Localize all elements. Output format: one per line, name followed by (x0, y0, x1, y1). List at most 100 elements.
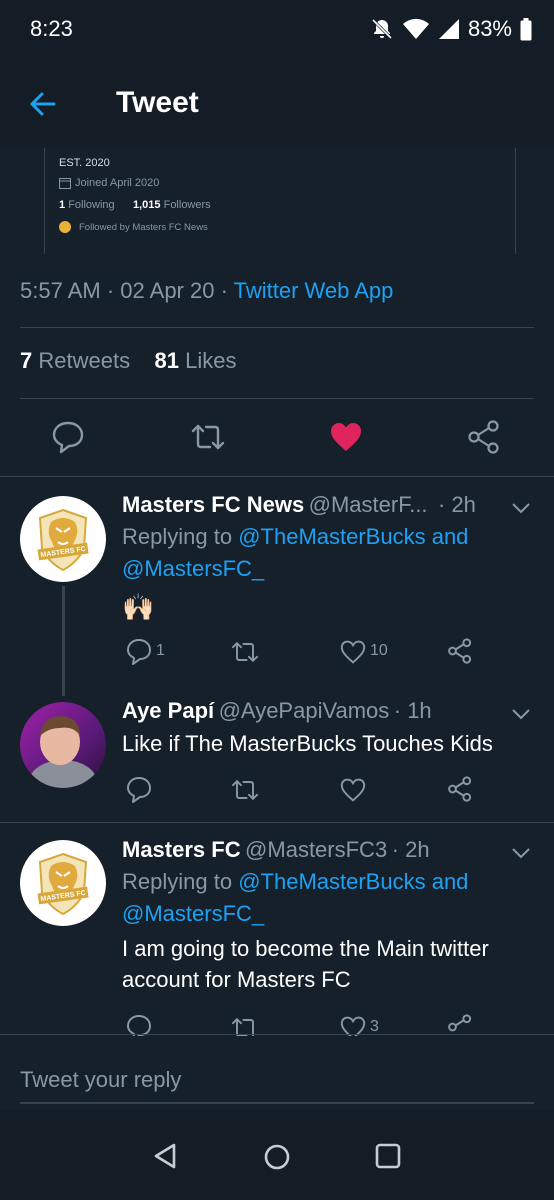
battery-percent: 83% (467, 16, 512, 41)
reply-icon[interactable] (126, 1014, 152, 1036)
reply-action-bar: 3 (122, 1010, 542, 1036)
tweet-age: · 2h (438, 492, 476, 517)
followers-label: Followers (163, 199, 211, 211)
share-icon[interactable] (448, 1014, 472, 1036)
like-count: 10 (370, 642, 388, 659)
followed-by-text: Followed by Masters FC News (79, 221, 208, 233)
user-handle[interactable]: @MasterF... (309, 492, 428, 517)
tweet-date: 02 Apr 20 (120, 278, 215, 303)
main-action-bar (0, 400, 554, 476)
replying-to: Replying to @TheMasterBucks and (122, 524, 468, 550)
embedded-profile-card[interactable]: EST. 2020 Joined April 2020 1 Following … (44, 148, 516, 254)
avatar[interactable]: MASTERS FC (20, 496, 106, 582)
replying-to-link[interactable]: @MastersFC_ (122, 901, 264, 926)
follower-avatar-icon (59, 221, 71, 233)
replying-to-line2: @MastersFC_ (122, 901, 264, 927)
tweet-age: · 2h (391, 837, 430, 862)
tweet-header: Aye Papí @AyePapiVamos · 1h (122, 698, 432, 724)
retweet-icon[interactable] (230, 1016, 260, 1036)
tweet-time: 5:57 AM (20, 278, 101, 303)
display-name[interactable]: Masters FC News (122, 492, 304, 517)
tweet-text-line2: account for Masters FC (122, 967, 351, 992)
thread-line (62, 586, 65, 696)
following-count: 1 (59, 199, 66, 211)
share-icon[interactable] (448, 638, 472, 664)
followers-count: 1,015 (133, 199, 161, 211)
retweets-count: 7 (20, 348, 33, 373)
heart-icon[interactable] (340, 778, 366, 802)
tweet-header: Masters FC @MastersFC3 · 2h (122, 837, 430, 863)
arrow-left-icon (30, 92, 56, 116)
share-icon[interactable] (468, 420, 500, 454)
reply-icon[interactable] (52, 420, 84, 454)
bell-muted-icon (371, 18, 393, 40)
replying-to-line2: @MastersFC_ (122, 556, 264, 582)
chevron-down-icon[interactable] (510, 500, 532, 516)
embedded-bio-cut (59, 148, 62, 154)
likes-label: Likes (185, 348, 237, 373)
retweet-icon[interactable] (190, 422, 226, 452)
tweet-stats: 7 Retweets 81 Likes (20, 348, 237, 374)
reply-input[interactable] (20, 1058, 534, 1104)
embedded-est: EST. 2020 (59, 157, 110, 169)
wifi-icon (402, 18, 429, 39)
tweet-age: · 1h (393, 698, 432, 723)
retweets-stat[interactable]: 7 Retweets (20, 348, 130, 373)
replying-prefix: Replying to (122, 869, 233, 894)
heart-filled-icon[interactable] (330, 422, 362, 452)
replying-to-link[interactable]: @TheMasterBucks and (238, 524, 468, 549)
retweet-icon[interactable] (230, 640, 260, 664)
tweet-text: 🙌🏻 (122, 592, 155, 622)
divider (0, 822, 554, 823)
retweet-icon[interactable] (230, 778, 260, 802)
heart-icon[interactable] (340, 640, 366, 664)
tweet-source-link[interactable]: Twitter Web App (234, 278, 394, 303)
nav-back-icon[interactable] (152, 1142, 180, 1170)
user-handle[interactable]: @AyePapiVamos (219, 698, 390, 723)
app-header (0, 60, 554, 148)
divider (0, 1034, 554, 1035)
meta-separator: · (100, 278, 121, 303)
reply-action-bar (122, 772, 542, 806)
replying-to: Replying to @TheMasterBucks and (122, 869, 468, 895)
battery-icon (520, 18, 532, 41)
embedded-joined: Joined April 2020 (59, 177, 159, 189)
avatar[interactable]: MASTERS FC (20, 840, 106, 926)
replying-to-link[interactable]: @MastersFC_ (122, 556, 264, 581)
tweet-timestamp: 5:57 AM · 02 Apr 20 · Twitter Web App (20, 278, 393, 304)
reply-icon[interactable] (126, 638, 152, 666)
retweets-label: Retweets (38, 348, 131, 373)
status-icons: 83% (370, 14, 532, 44)
display-name[interactable]: Masters FC (122, 837, 241, 862)
chevron-down-icon[interactable] (510, 845, 532, 861)
reply-icon[interactable] (126, 776, 152, 804)
signal-icon (438, 19, 459, 39)
nav-recents-icon[interactable] (374, 1142, 402, 1170)
calendar-icon (59, 178, 71, 189)
masters-fc-logo: MASTERS FC (37, 852, 89, 916)
avatar[interactable] (20, 702, 106, 788)
following-label: Following (68, 199, 115, 211)
tweet-header: Masters FC News @MasterF... · 2h (122, 492, 476, 518)
status-time: 8:23 (30, 16, 73, 41)
nav-home-icon[interactable] (262, 1142, 292, 1172)
likes-count: 81 (154, 348, 180, 373)
embedded-follow-counts: 1 Following 1,015 Followers (59, 199, 211, 211)
display-name[interactable]: Aye Papí (122, 698, 214, 723)
replying-prefix: Replying to (122, 524, 233, 549)
divider (0, 476, 554, 477)
embedded-followed-by: Followed by Masters FC News (59, 221, 208, 233)
likes-stat[interactable]: 81 Likes (155, 348, 237, 373)
reply-count: 1 (156, 642, 165, 659)
user-handle[interactable]: @MastersFC3 (245, 837, 387, 862)
user-photo (29, 716, 97, 788)
embedded-joined-text: Joined April 2020 (75, 177, 160, 189)
heart-icon[interactable] (340, 1016, 366, 1036)
reply-action-bar: 1 10 (122, 634, 542, 668)
tweet-text-line1: I am going to become the Main twitter (122, 936, 489, 961)
replying-to-link[interactable]: @TheMasterBucks and (238, 869, 468, 894)
meta-separator: · (214, 278, 234, 303)
chevron-down-icon[interactable] (510, 706, 532, 722)
back-button[interactable] (24, 86, 64, 122)
share-icon[interactable] (448, 776, 472, 802)
